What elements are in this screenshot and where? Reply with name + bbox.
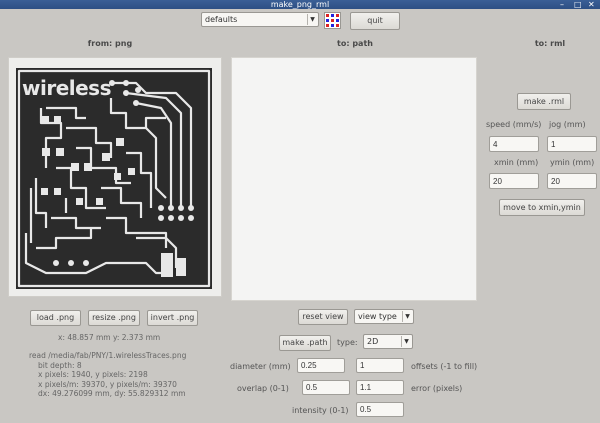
- diameter-input[interactable]: [297, 358, 345, 373]
- maximize-icon[interactable]: □: [574, 0, 582, 9]
- type-select[interactable]: 2D ▼: [363, 334, 413, 349]
- cursor-coords: x: 48.857 mm y: 2.373 mm: [58, 333, 161, 342]
- overlap-input[interactable]: [302, 380, 350, 395]
- minimize-icon[interactable]: –: [560, 0, 564, 9]
- pcb-traces: [17, 69, 211, 288]
- xmin-label: xmin (mm): [494, 158, 539, 167]
- invert-png-button[interactable]: invert .png: [147, 310, 198, 326]
- png-image: wireless: [16, 68, 212, 289]
- intensity-input[interactable]: [356, 402, 404, 417]
- make-rml-button[interactable]: make .rml: [517, 93, 571, 110]
- chevron-down-icon: ▼: [307, 14, 317, 25]
- type-value: 2D: [367, 337, 379, 346]
- reset-view-button[interactable]: reset view: [298, 309, 348, 325]
- type-label: type:: [337, 338, 358, 347]
- image-dimensions: dx: 49.276099 mm, dy: 55.829312 mm: [38, 389, 186, 398]
- chevron-down-icon: ▼: [401, 336, 411, 347]
- chevron-down-icon: ▼: [402, 311, 412, 322]
- preset-select[interactable]: defaults ▼: [201, 12, 319, 27]
- jog-label: jog (mm): [549, 120, 586, 129]
- offsets-input[interactable]: [356, 358, 404, 373]
- intensity-label: intensity (0-1): [292, 406, 349, 415]
- pixel-size: x pixels: 1940, y pixels: 2198: [38, 370, 148, 379]
- file-path: read /media/fab/PNY/1.wirelessTraces.png: [29, 351, 187, 360]
- view-type-value: view type: [358, 312, 397, 321]
- offsets-label: offsets (-1 to fill): [411, 362, 478, 371]
- diameter-label: diameter (mm): [230, 362, 291, 371]
- grid-icon-graphic: [326, 14, 339, 27]
- preset-value: defaults: [205, 15, 238, 24]
- to-rml-header: to: rml: [534, 39, 566, 48]
- to-path-header: to: path: [337, 39, 373, 48]
- quit-button[interactable]: quit: [350, 12, 400, 30]
- move-to-xmin-ymin-button[interactable]: move to xmin,ymin: [499, 199, 585, 216]
- view-type-select[interactable]: view type ▼: [354, 309, 414, 324]
- ymin-input[interactable]: [547, 173, 597, 189]
- speed-label: speed (mm/s): [486, 120, 542, 129]
- error-label: error (pixels): [411, 384, 463, 393]
- error-input[interactable]: [356, 380, 404, 395]
- make-path-button[interactable]: make .path: [279, 335, 331, 351]
- xmin-input[interactable]: [489, 173, 539, 189]
- path-view[interactable]: [231, 57, 477, 301]
- title-bar: make_png_rml: [0, 0, 600, 9]
- color-grid-icon[interactable]: [324, 12, 341, 29]
- window-title: make_png_rml: [270, 0, 330, 9]
- ymin-label: ymin (mm): [550, 158, 595, 167]
- load-png-button[interactable]: load .png: [30, 310, 81, 326]
- speed-input[interactable]: [489, 136, 539, 152]
- from-png-header: from: png: [87, 39, 133, 48]
- resize-png-button[interactable]: resize .png: [88, 310, 140, 326]
- close-icon[interactable]: ✕: [588, 0, 595, 9]
- overlap-label: overlap (0-1): [237, 384, 289, 393]
- jog-input[interactable]: [547, 136, 597, 152]
